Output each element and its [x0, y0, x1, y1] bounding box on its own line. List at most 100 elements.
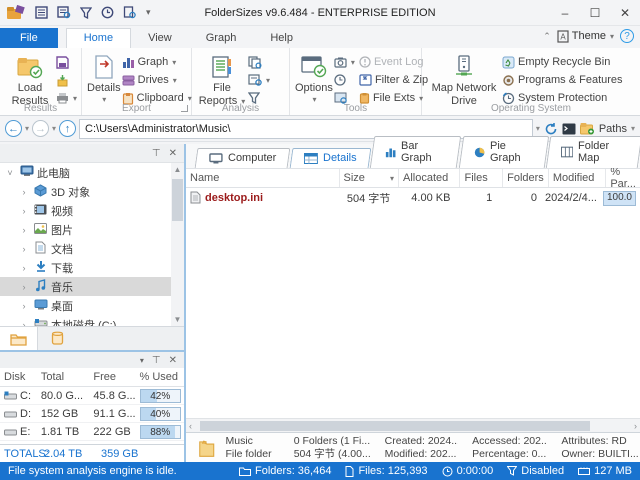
title-bar: ▾ FolderSizes v9.6.484 - ENTERPRISE EDIT… [0, 0, 640, 26]
map-network-drive-button[interactable]: Map Network Drive [426, 52, 502, 109]
tab-details[interactable]: Details [289, 148, 372, 168]
history-clock-icon[interactable] [334, 72, 355, 88]
status-message: File system analysis engine is idle. [8, 465, 177, 477]
column-modified[interactable]: Modified [549, 169, 607, 187]
info-accessed: Accessed: 202... [472, 434, 548, 447]
drives-tab[interactable] [38, 327, 76, 350]
minimize-button[interactable]: – [550, 1, 580, 25]
bar-graph-tab-icon [385, 148, 396, 158]
column-size[interactable]: Size ▾ [340, 169, 399, 187]
filter-icon[interactable] [78, 5, 93, 20]
close-pane-icon[interactable]: ✕ [169, 148, 177, 159]
status-memory: 127 MB [578, 465, 632, 477]
tree-scrollbar[interactable]: ▲ ▼ [171, 163, 184, 326]
content-pane: Computer Details Bar Graph Pie Graph Fol… [186, 136, 640, 462]
tree-item-3d-objects[interactable]: › 3D 对象 [0, 182, 184, 201]
tree-item-local-disk-c[interactable]: › 本地磁盘 (C:) [0, 315, 184, 326]
filter-zip-button[interactable]: Filter & Zip [359, 72, 428, 88]
info-type: File folder [225, 447, 272, 460]
collapse-ribbon-icon[interactable]: ⌃ [543, 31, 551, 42]
file-count-icon [345, 465, 354, 477]
file-reports-button[interactable]: File Reports ▾ [196, 52, 248, 109]
options-button[interactable]: Options ▾ [294, 52, 334, 106]
paths-label[interactable]: Paths [599, 123, 627, 135]
tab-file[interactable]: File [0, 28, 58, 48]
info-name: Music [225, 434, 253, 447]
folder-tree: ˅ 此电脑 › 3D 对象 › 视频 › 图片 › 文档 › 下载 › 音乐 › 桌面 › 本地磁… [0, 162, 184, 326]
tab-computer[interactable]: Computer [194, 148, 291, 168]
tab-pie-graph[interactable]: Pie Graph [458, 136, 549, 168]
tab-help[interactable]: Help [253, 29, 310, 48]
theme-button[interactable]: A Theme ▾ [557, 29, 614, 43]
load-results-button[interactable]: Load Results [4, 52, 56, 109]
sort-descending-icon: ▾ [389, 173, 394, 183]
disk-drive-icon [33, 318, 48, 326]
save-results-button[interactable] [56, 54, 77, 70]
column-percent-parent[interactable]: % Par... [606, 166, 640, 190]
search-report-icon[interactable] [56, 5, 71, 20]
report-list-icon[interactable] [34, 5, 49, 20]
forward-history-dropdown-icon[interactable]: ▾ [52, 124, 56, 133]
tab-home[interactable]: Home [65, 28, 132, 48]
qat-dropdown-icon[interactable]: ▾ [146, 7, 151, 18]
info-folders: 0 Folders (1 Fi... [293, 434, 371, 447]
export-drives-button[interactable]: Drives ▾ [122, 72, 192, 88]
maximize-button[interactable]: ☐ [580, 1, 610, 25]
column-folders[interactable]: Folders [503, 169, 549, 187]
export-details-button[interactable]: Details ▾ [86, 52, 122, 106]
tab-bar-graph[interactable]: Bar Graph [369, 136, 461, 168]
svg-text:A: A [560, 32, 566, 41]
tree-item-this-pc[interactable]: ˅ 此电脑 [0, 163, 184, 182]
programs-features-button[interactable]: Programs & Features [502, 72, 623, 88]
folders-tab[interactable] [0, 327, 38, 350]
disk-icon [4, 429, 17, 435]
path-dropdown-icon[interactable]: ▾ [536, 124, 540, 133]
tree-item-documents[interactable]: › 文档 [0, 239, 184, 258]
disk-row-e[interactable]: E: 1.81 TB 222 GB 88% [0, 423, 184, 441]
refresh-icon[interactable] [544, 122, 558, 136]
ini-file-icon [190, 191, 201, 204]
disk-row-d[interactable]: D: 152 GB 91.1 G... 40% [0, 405, 184, 423]
forward-button[interactable]: → [32, 120, 50, 137]
help-icon[interactable]: ? [620, 29, 634, 43]
export-graph-button[interactable]: Graph ▾ [122, 54, 192, 70]
clock-icon [442, 466, 453, 477]
add-path-icon[interactable] [579, 122, 595, 135]
disk-row-c[interactable]: C: 80.0 G... 45.8 G... 42% [0, 387, 184, 405]
tab-graph[interactable]: Graph [189, 29, 254, 48]
disk-usage-bar: 40% [139, 406, 181, 421]
export-results-button[interactable] [56, 72, 77, 88]
up-button[interactable]: ↑ [59, 120, 77, 137]
tree-item-desktop[interactable]: › 桌面 [0, 296, 184, 315]
command-prompt-icon[interactable] [562, 123, 576, 135]
scheduler-clock-icon[interactable] [100, 5, 115, 20]
column-name[interactable]: Name [186, 169, 340, 187]
tab-view[interactable]: View [131, 29, 189, 48]
search-button[interactable]: ▾ [248, 72, 270, 88]
pin-icon[interactable]: ⊤ [152, 148, 161, 159]
disk-close-icon[interactable]: ✕ [169, 355, 177, 366]
duplicate-search-icon[interactable] [248, 54, 270, 70]
tree-item-videos[interactable]: › 视频 [0, 201, 184, 220]
tab-folder-map[interactable]: Folder Map [545, 136, 640, 168]
tree-item-downloads[interactable]: › 下载 [0, 258, 184, 277]
3d-objects-icon [33, 183, 48, 200]
disk-pin-icon[interactable]: ⊤ [152, 355, 161, 366]
memory-icon [578, 467, 591, 476]
column-allocated[interactable]: Allocated [399, 169, 461, 187]
tree-item-music[interactable]: › 音乐 [0, 277, 184, 296]
file-row-desktop-ini[interactable]: desktop.ini 504 字节 4.00 KB 1 0 2024/2/4.… [186, 188, 640, 207]
empty-recycle-bin-button[interactable]: Empty Recycle Bin [502, 54, 623, 70]
tree-item-pictures[interactable]: › 图片 [0, 220, 184, 239]
search-document-icon[interactable] [122, 5, 137, 20]
paths-dropdown-icon[interactable]: ▾ [631, 124, 635, 133]
status-bar: File system analysis engine is idle. Fol… [0, 462, 640, 480]
back-history-dropdown-icon[interactable]: ▾ [25, 124, 29, 133]
snapshot-camera-icon[interactable]: ▾ [334, 54, 355, 70]
horizontal-scrollbar[interactable]: ‹ › [186, 418, 640, 432]
column-files[interactable]: Files [460, 169, 504, 187]
back-button[interactable]: ← [5, 120, 22, 137]
close-button[interactable]: ✕ [610, 1, 640, 25]
pictures-icon [33, 222, 48, 237]
disk-pane-menu-icon[interactable]: ▾ [140, 356, 144, 365]
